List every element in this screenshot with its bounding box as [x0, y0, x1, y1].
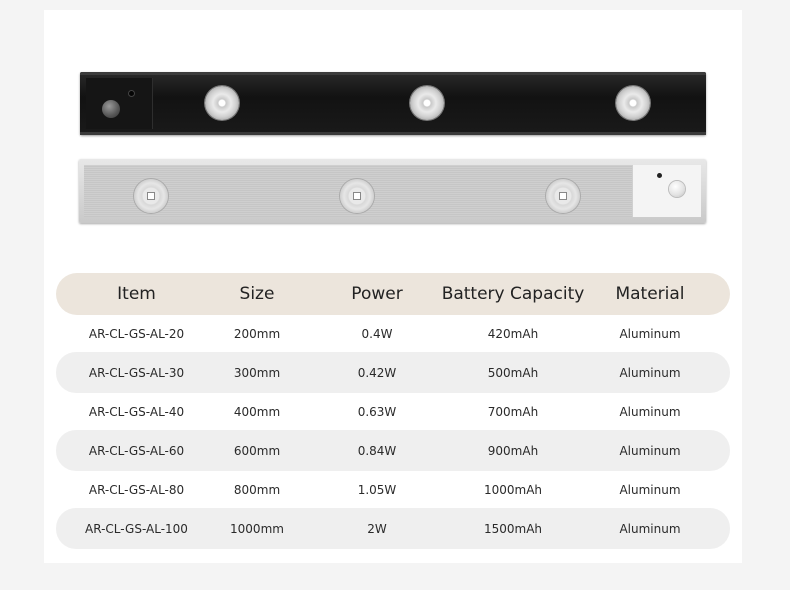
cell-power: 2W — [367, 521, 387, 536]
cell-battery: 420mAh — [487, 326, 539, 341]
table-row: AR-CL-GS-AL-100 1000mm 2W 1500mAh Alumin… — [56, 508, 730, 549]
light-sensor-dot — [128, 90, 135, 97]
header-size: Size — [239, 284, 275, 304]
cell-power: 0.42W — [357, 365, 397, 380]
header-battery-capacity: Battery Capacity — [441, 284, 585, 304]
cell-item: AR-CL-GS-AL-60 — [88, 443, 185, 458]
table-header-row: Item Size Power Battery Capacity Materia… — [56, 273, 730, 315]
header-item: Item — [117, 284, 156, 304]
brushed-aluminum-face — [84, 165, 632, 217]
cell-item: AR-CL-GS-AL-100 — [85, 521, 188, 536]
cell-power: 1.05W — [357, 482, 397, 497]
light-sensor-dot — [657, 173, 662, 178]
led-lamp — [134, 179, 168, 213]
table-row: AR-CL-GS-AL-40 400mm 0.63W 700mAh Alumin… — [56, 393, 730, 430]
cell-battery: 900mAh — [487, 443, 539, 458]
header-power: Power — [351, 284, 403, 304]
cell-size: 400mm — [233, 404, 281, 419]
cell-item: AR-CL-GS-AL-20 — [88, 326, 185, 341]
bar-edge — [80, 72, 706, 75]
cell-material: Aluminum — [619, 521, 681, 536]
cell-material: Aluminum — [619, 404, 681, 419]
header-material: Material — [615, 284, 685, 304]
cell-material: Aluminum — [619, 482, 681, 497]
cell-size: 1000mm — [230, 521, 284, 536]
black-light-bar-image — [80, 72, 706, 135]
motion-sensor-lens — [669, 181, 685, 197]
cell-battery: 1000mAh — [483, 482, 543, 497]
cell-size: 600mm — [233, 443, 281, 458]
cell-power: 0.4W — [361, 326, 393, 341]
cell-battery: 1500mAh — [483, 521, 543, 536]
motion-sensor-panel — [86, 78, 153, 129]
led-lamp — [410, 86, 444, 120]
cell-power: 0.84W — [357, 443, 397, 458]
spec-table: Item Size Power Battery Capacity Materia… — [56, 273, 730, 549]
led-lamp — [546, 179, 580, 213]
cell-size: 300mm — [233, 365, 281, 380]
motion-sensor-lens — [102, 100, 120, 118]
bar-edge — [80, 132, 706, 135]
table-row: AR-CL-GS-AL-20 200mm 0.4W 420mAh Aluminu… — [56, 315, 730, 352]
cell-material: Aluminum — [619, 365, 681, 380]
cell-item: AR-CL-GS-AL-40 — [88, 404, 185, 419]
cell-battery: 700mAh — [487, 404, 539, 419]
led-lamp — [205, 86, 239, 120]
sensor-endcap — [632, 165, 701, 217]
led-lamp — [340, 179, 374, 213]
cell-power: 0.63W — [357, 404, 397, 419]
table-row: AR-CL-GS-AL-60 600mm 0.84W 900mAh Alumin… — [56, 430, 730, 471]
cell-battery: 500mAh — [487, 365, 539, 380]
cell-material: Aluminum — [619, 443, 681, 458]
cell-size: 200mm — [233, 326, 281, 341]
silver-light-bar-image — [79, 159, 706, 223]
led-lamp — [616, 86, 650, 120]
cell-size: 800mm — [233, 482, 281, 497]
table-row: AR-CL-GS-AL-80 800mm 1.05W 1000mAh Alumi… — [56, 471, 730, 508]
table-row: AR-CL-GS-AL-30 300mm 0.42W 500mAh Alumin… — [56, 352, 730, 393]
cell-item: AR-CL-GS-AL-80 — [88, 482, 185, 497]
cell-material: Aluminum — [619, 326, 681, 341]
cell-item: AR-CL-GS-AL-30 — [88, 365, 185, 380]
